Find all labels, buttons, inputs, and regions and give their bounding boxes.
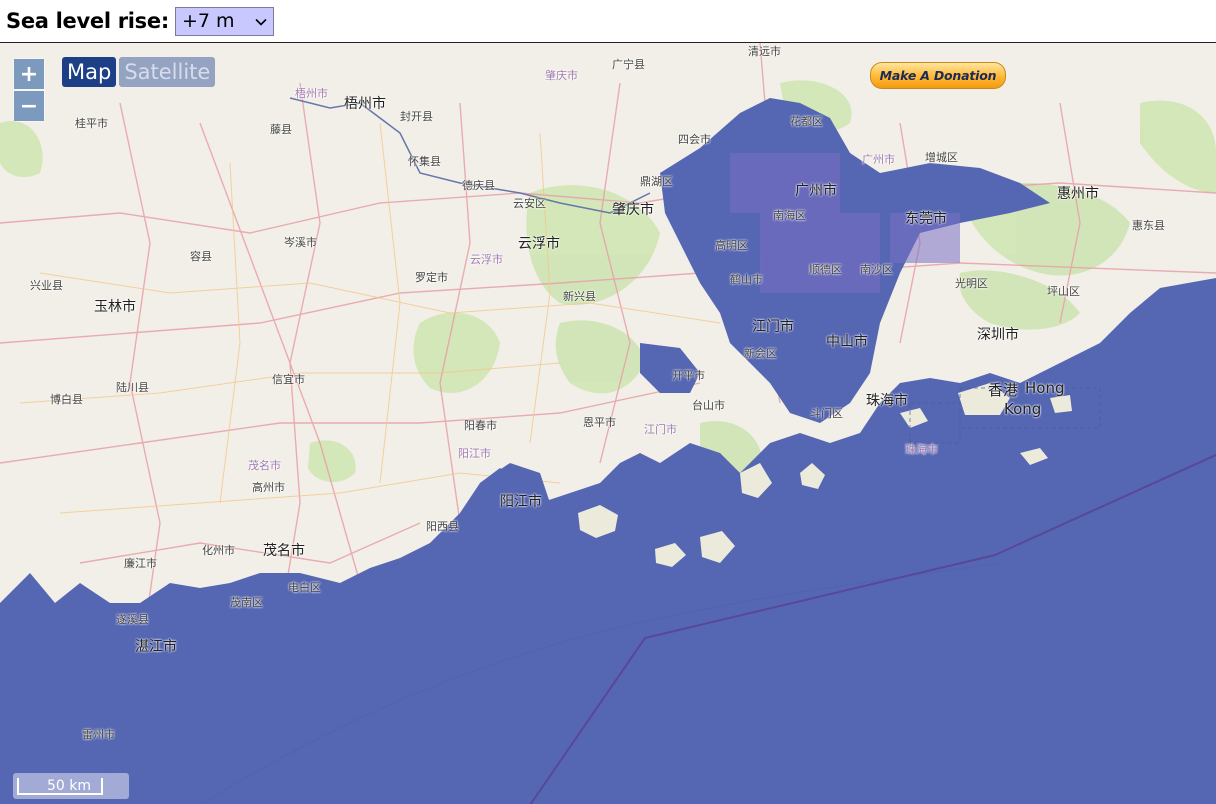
place-label: 罗定市 bbox=[415, 271, 448, 284]
place-label: 阳春市 bbox=[464, 419, 497, 432]
place-label: 雷州市 bbox=[82, 728, 115, 741]
place-label: 廉江市 bbox=[124, 557, 157, 570]
place-label: 鹤山市 bbox=[730, 273, 763, 286]
place-label: 云浮市 bbox=[470, 253, 503, 266]
place-label: 台山市 bbox=[692, 399, 725, 412]
donate-label: Make A Donation bbox=[879, 68, 997, 83]
place-label: 江门市 bbox=[752, 319, 794, 335]
place-label: 岑溪市 bbox=[284, 236, 317, 249]
place-label: 惠东县 bbox=[1132, 219, 1165, 232]
place-label: 肇庆市 bbox=[612, 202, 654, 218]
place-label: 深圳市 bbox=[977, 327, 1019, 343]
place-label: 云安区 bbox=[513, 197, 546, 210]
place-label: 南海区 bbox=[773, 209, 806, 222]
scale-bar: 50 km bbox=[13, 773, 129, 799]
place-label: 容县 bbox=[190, 250, 212, 263]
place-label: 兴业县 bbox=[30, 279, 63, 292]
place-label: 新会区 bbox=[744, 347, 777, 360]
sea-level-select[interactable]: +7 m bbox=[174, 6, 274, 36]
place-label: 遂溪县 bbox=[116, 613, 149, 626]
scale-label: 50 km bbox=[47, 778, 92, 794]
place-label: 陆川县 bbox=[116, 381, 149, 394]
place-label: 梧州市 bbox=[295, 87, 328, 100]
place-label: Kong bbox=[1004, 400, 1042, 418]
place-label: 茂名市 bbox=[248, 459, 281, 472]
place-label: 南沙区 bbox=[860, 263, 893, 276]
zoom-control: + − bbox=[13, 58, 45, 122]
place-label: 藤县 bbox=[270, 123, 292, 136]
donate-button[interactable]: Make A Donation bbox=[870, 62, 1006, 89]
place-label: 化州市 bbox=[202, 544, 235, 557]
place-label: Hong bbox=[1025, 379, 1065, 397]
map-view[interactable]: 清远市 肇庆市 广宁县 梧州市 梧州市 封开县 桂平市 藤县 怀集县 德庆县 四… bbox=[0, 42, 1216, 804]
place-label: 惠州市 bbox=[1057, 186, 1099, 202]
place-label: 肇庆市 bbox=[545, 69, 578, 82]
place-label: 顺德区 bbox=[809, 263, 842, 276]
sea-level-value: +7 m bbox=[181, 10, 235, 32]
place-label: 东莞市 bbox=[905, 211, 947, 227]
layer-switcher: Map Satellite bbox=[62, 57, 216, 87]
place-label: 恩平市 bbox=[583, 416, 616, 429]
place-label: 云浮市 bbox=[518, 236, 560, 252]
place-label: 江门市 bbox=[644, 423, 677, 436]
place-label: 坪山区 bbox=[1047, 285, 1080, 298]
sea-level-label: Sea level rise: bbox=[6, 9, 169, 33]
place-label: 珠海市 bbox=[866, 393, 908, 409]
control-bar: Sea level rise: +7 m bbox=[0, 0, 1216, 42]
place-label: 清远市 bbox=[748, 45, 781, 58]
place-label: 信宜市 bbox=[272, 373, 305, 386]
place-label: 增城区 bbox=[925, 151, 958, 164]
place-label: 茂南区 bbox=[230, 596, 263, 609]
place-label: 鼎湖区 bbox=[640, 175, 673, 188]
place-label: 德庆县 bbox=[462, 179, 495, 192]
place-label: 玉林市 bbox=[94, 299, 136, 315]
place-label: 博白县 bbox=[50, 393, 83, 406]
place-label: 梧州市 bbox=[344, 96, 386, 112]
place-label: 广宁县 bbox=[612, 58, 645, 71]
place-label: 阳西县 bbox=[426, 520, 459, 533]
chevron-down-icon bbox=[255, 18, 267, 26]
satellite-tab[interactable]: Satellite bbox=[119, 57, 216, 87]
place-label: 茂名市 bbox=[263, 543, 305, 559]
place-label: 阳江市 bbox=[458, 447, 491, 460]
map-tab[interactable]: Map bbox=[62, 57, 117, 87]
place-label: 广州市 bbox=[862, 153, 895, 166]
place-label: 封开县 bbox=[400, 110, 433, 123]
place-label: 湛江市 bbox=[135, 639, 177, 655]
place-label: 新兴县 bbox=[563, 290, 596, 303]
place-label: 四会市 bbox=[678, 133, 711, 146]
place-label: 中山市 bbox=[826, 334, 868, 350]
zoom-in-button[interactable]: + bbox=[14, 59, 44, 89]
place-label: 广州市 bbox=[795, 183, 837, 199]
place-label: 电白区 bbox=[288, 581, 321, 594]
place-label: 桂平市 bbox=[75, 117, 108, 130]
place-label: 光明区 bbox=[955, 277, 988, 290]
place-label: 高州市 bbox=[252, 481, 285, 494]
place-label: 珠海市 bbox=[905, 443, 938, 456]
place-label: 斗门区 bbox=[810, 407, 843, 420]
place-label: 开平市 bbox=[672, 369, 705, 382]
place-label: 香港 bbox=[988, 381, 1019, 399]
place-label: 阳江市 bbox=[500, 494, 542, 510]
place-label: 花都区 bbox=[790, 115, 823, 128]
place-label: 怀集县 bbox=[408, 155, 441, 168]
zoom-out-button[interactable]: − bbox=[14, 91, 44, 121]
place-label: 高明区 bbox=[715, 239, 748, 252]
